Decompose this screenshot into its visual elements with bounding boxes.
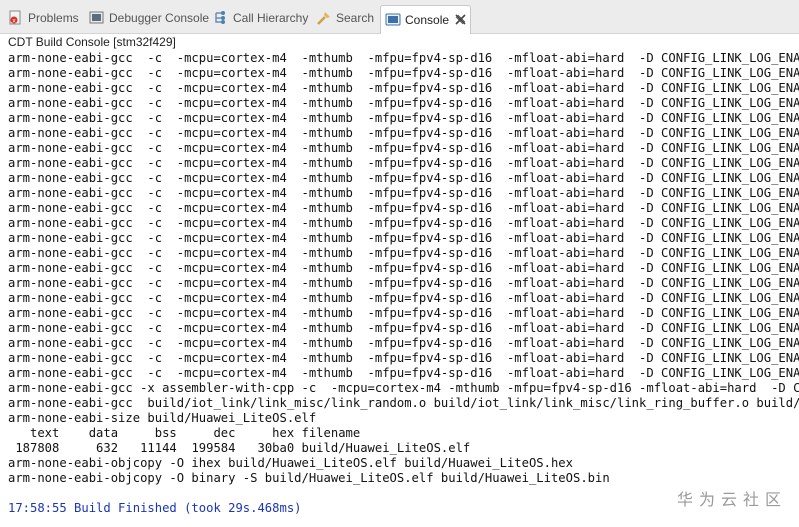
console-line: arm-none-eabi-gcc build/iot_link/link_mi… <box>8 396 799 410</box>
view-tab-bar: x Problems Debugger Console Call Hierarc… <box>0 0 799 34</box>
tab-label: Call Hierarchy <box>233 10 309 25</box>
close-icon[interactable] <box>455 13 466 28</box>
console-line: arm-none-eabi-gcc -c -mcpu=cortex-m4 -mt… <box>8 51 799 65</box>
console-title-bar: CDT Build Console [stm32f429] <box>0 34 799 51</box>
console-line: arm-none-eabi-gcc -c -mcpu=cortex-m4 -mt… <box>8 231 799 245</box>
console-line: arm-none-eabi-gcc -c -mcpu=cortex-m4 -mt… <box>8 246 799 260</box>
console-line: arm-none-eabi-gcc -c -mcpu=cortex-m4 -mt… <box>8 141 799 155</box>
tab-call-hierarchy[interactable]: Call Hierarchy <box>213 6 308 29</box>
tab-search[interactable]: Search <box>316 6 374 29</box>
console-lines: arm-none-eabi-gcc -c -mcpu=cortex-m4 -mt… <box>8 40 799 516</box>
console-line: arm-none-eabi-gcc -c -mcpu=cortex-m4 -mt… <box>8 261 799 275</box>
console-line: arm-none-eabi-gcc -c -mcpu=cortex-m4 -mt… <box>8 66 799 80</box>
tab-label: Debugger Console <box>109 10 210 25</box>
console-line: arm-none-eabi-gcc -c -mcpu=cortex-m4 -mt… <box>8 96 799 110</box>
tab-label: Console <box>405 13 450 27</box>
tab-label: Search <box>336 10 375 25</box>
console-line: arm-none-eabi-gcc -c -mcpu=cortex-m4 -mt… <box>8 276 799 290</box>
console-line: arm-none-eabi-objcopy -O ihex build/Huaw… <box>8 456 573 470</box>
console-line: arm-none-eabi-objcopy -O binary -S build… <box>8 471 610 485</box>
console-line: arm-none-eabi-gcc -c -mcpu=cortex-m4 -mt… <box>8 291 799 305</box>
console-line: arm-none-eabi-gcc -c -mcpu=cortex-m4 -mt… <box>8 321 799 335</box>
tab-debugger-console[interactable]: Debugger Console <box>89 6 209 29</box>
console-line: arm-none-eabi-gcc -c -mcpu=cortex-m4 -mt… <box>8 351 799 365</box>
console-line: arm-none-eabi-gcc -c -mcpu=cortex-m4 -mt… <box>8 216 799 230</box>
console-line: arm-none-eabi-gcc -x assembler-with-cpp … <box>8 381 799 395</box>
console-line: arm-none-eabi-gcc -c -mcpu=cortex-m4 -mt… <box>8 171 799 185</box>
console-line: arm-none-eabi-gcc -c -mcpu=cortex-m4 -mt… <box>8 201 799 215</box>
console-title: CDT Build Console [stm32f429] <box>0 34 799 50</box>
console-line: text data bss dec hex filename <box>8 426 361 440</box>
call-hierarchy-icon <box>213 10 229 26</box>
console-line: arm-none-eabi-gcc -c -mcpu=cortex-m4 -mt… <box>8 336 799 350</box>
console-line: arm-none-eabi-gcc -c -mcpu=cortex-m4 -mt… <box>8 126 799 140</box>
console-line: arm-none-eabi-gcc -c -mcpu=cortex-m4 -mt… <box>8 306 799 320</box>
console-line: arm-none-eabi-gcc -c -mcpu=cortex-m4 -mt… <box>8 111 799 125</box>
problems-icon: x <box>8 10 24 26</box>
console-line: arm-none-eabi-gcc -c -mcpu=cortex-m4 -mt… <box>8 81 799 95</box>
console-output[interactable]: arm-none-eabi-gcc -c -mcpu=cortex-m4 -mt… <box>0 40 799 527</box>
console-line: arm-none-eabi-size build/Huawei_LiteOS.e… <box>8 411 317 425</box>
console-line: arm-none-eabi-gcc -c -mcpu=cortex-m4 -mt… <box>8 186 799 200</box>
tab-console[interactable]: Console <box>380 5 472 34</box>
watermark: 华为云社区 <box>676 490 787 509</box>
console-line: arm-none-eabi-gcc -c -mcpu=cortex-m4 -mt… <box>8 156 799 170</box>
svg-text:x: x <box>12 17 16 24</box>
search-icon <box>316 10 332 26</box>
console-icon <box>385 12 401 28</box>
debugger-console-icon <box>89 10 105 26</box>
tab-label: Problems <box>28 10 79 25</box>
console-line: 187808 632 11144 199584 30ba0 build/Huaw… <box>8 441 471 455</box>
tab-problems[interactable]: x Problems <box>8 6 79 29</box>
console-line: arm-none-eabi-gcc -c -mcpu=cortex-m4 -mt… <box>8 366 799 380</box>
